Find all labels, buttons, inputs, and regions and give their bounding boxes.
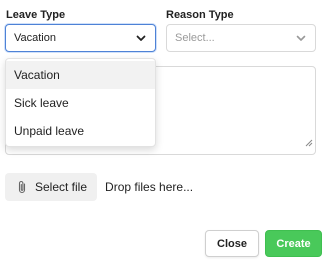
leave-type-label: Leave Type bbox=[6, 9, 66, 21]
leave-type-dropdown-menu: Vacation Sick leave Unpaid leave bbox=[5, 58, 156, 147]
close-button[interactable]: Close bbox=[205, 230, 259, 257]
reason-type-label: Reason Type bbox=[166, 9, 234, 21]
option-vacation[interactable]: Vacation bbox=[6, 61, 155, 89]
option-sick-leave[interactable]: Sick leave bbox=[6, 89, 155, 117]
chevron-down-icon[interactable] bbox=[135, 32, 147, 44]
reason-type-select[interactable]: Select... bbox=[166, 24, 316, 52]
select-file-button[interactable]: Select file bbox=[5, 173, 98, 201]
leave-type-select[interactable]: Vacation bbox=[5, 24, 156, 52]
chevron-down-icon[interactable] bbox=[295, 32, 307, 44]
leave-type-value: Vacation bbox=[14, 32, 56, 44]
create-button[interactable]: Create bbox=[265, 230, 322, 257]
drop-zone-text[interactable]: Drop files here... bbox=[105, 180, 193, 194]
resize-handle-icon[interactable] bbox=[305, 134, 313, 152]
select-file-label: Select file bbox=[35, 180, 88, 194]
file-upload: Select file Drop files here... bbox=[5, 173, 316, 201]
reason-type-placeholder: Select... bbox=[175, 32, 215, 44]
option-unpaid-leave[interactable]: Unpaid leave bbox=[6, 117, 155, 145]
paperclip-icon bbox=[18, 181, 26, 194]
